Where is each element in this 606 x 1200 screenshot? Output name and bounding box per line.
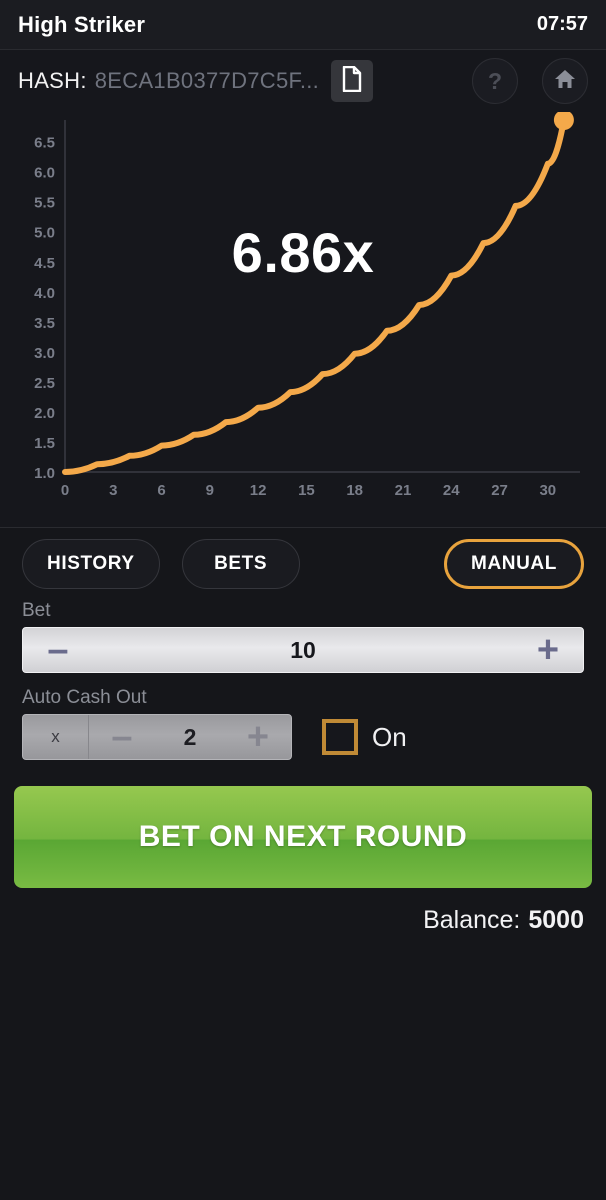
auto-cashout-prefix: x (23, 715, 89, 759)
svg-text:30: 30 (539, 482, 556, 499)
document-icon (341, 65, 363, 97)
svg-text:2.5: 2.5 (34, 375, 55, 392)
svg-text:9: 9 (206, 482, 214, 499)
auto-cashout-increment-button[interactable]: + (225, 718, 291, 756)
tab-bar: HISTORY BETS MANUAL (0, 528, 606, 600)
svg-text:1.0: 1.0 (34, 465, 55, 482)
help-button[interactable]: ? (472, 58, 518, 104)
page-title: High Striker (18, 11, 146, 37)
question-mark-icon: ? (487, 67, 503, 94)
app-root: High Striker 07:57 HASH: 8ECA1B0377D7C5F… (0, 0, 606, 1200)
multiplier-chart: 1.0 1.5 2.0 2.5 3.0 3.5 4.0 4.5 5.0 5.5 6.0 6.5 036… (0, 112, 606, 528)
svg-text:6.5: 6.5 (34, 135, 55, 152)
svg-text:24: 24 (443, 482, 460, 499)
bet-section: Bet – 10 + (0, 600, 606, 673)
auto-cashout-section: Auto Cash Out x – 2 + On (0, 687, 606, 760)
svg-text:1.5: 1.5 (34, 435, 55, 452)
chart-svg: 1.01.52.02.53.03.54.04.55.05.56.06.5 036… (34, 112, 580, 499)
svg-text:6.0: 6.0 (34, 165, 55, 182)
hash-value[interactable]: 8ECA1B0377D7C5F... (95, 68, 319, 94)
auto-cashout-stepper[interactable]: x – 2 + (22, 714, 292, 760)
auto-cashout-decrement-button[interactable]: – (89, 718, 155, 756)
current-multiplier: 6.86x (231, 221, 375, 284)
auto-cashout-value[interactable]: 2 (155, 724, 225, 751)
bet-decrement-button[interactable]: – (23, 631, 93, 669)
clock: 07:57 (536, 13, 588, 35)
home-button[interactable] (542, 58, 588, 104)
bet-label: Bet (22, 600, 51, 621)
svg-text:6: 6 (157, 482, 165, 499)
svg-text:2.0: 2.0 (34, 405, 55, 422)
svg-text:0: 0 (61, 482, 69, 499)
svg-text:3: 3 (109, 482, 117, 499)
x-tick-labels: 0 3 6 9 12 15 18 21 24 27 30 (61, 482, 556, 499)
copy-hash-button[interactable] (331, 60, 374, 102)
auto-cashout-toggle[interactable]: On (322, 719, 407, 755)
svg-text:15: 15 (298, 482, 315, 499)
hash-bar: HASH: 8ECA1B0377D7C5F... ? (0, 50, 606, 112)
bet-value[interactable]: 10 (93, 637, 513, 664)
svg-text:21: 21 (395, 482, 412, 499)
home-icon (553, 67, 577, 96)
auto-cashout-row: x – 2 + On (0, 714, 606, 760)
y-tick-labels: 1.01.52.02.53.03.54.04.55.05.56.06.5 (34, 135, 55, 482)
hash-label: HASH: (18, 68, 87, 93)
svg-text:5.5: 5.5 (34, 195, 55, 212)
curve-endpoint-marker (553, 112, 574, 130)
auto-cashout-toggle-label: On (372, 721, 407, 752)
header-actions: ? (472, 58, 588, 104)
bet-stepper[interactable]: – 10 + (22, 627, 584, 673)
svg-text:18: 18 (346, 482, 363, 499)
balance-label: Balance: (423, 906, 521, 934)
svg-text:3.5: 3.5 (34, 315, 55, 332)
svg-text:27: 27 (491, 482, 508, 499)
svg-text:12: 12 (250, 482, 267, 499)
balance-amount: 5000 (528, 906, 584, 934)
auto-cashout-label: Auto Cash Out (22, 687, 147, 708)
title-bar: High Striker 07:57 (0, 0, 606, 50)
bet-on-next-round-button[interactable]: BET ON NEXT ROUND (14, 786, 592, 888)
svg-text:3.0: 3.0 (34, 345, 55, 362)
tab-history[interactable]: HISTORY (22, 539, 160, 589)
tab-bets[interactable]: BETS (181, 539, 300, 589)
svg-text:4.0: 4.0 (34, 285, 55, 302)
auto-cashout-checkbox[interactable] (322, 719, 358, 755)
balance-row: Balance: 5000 (0, 906, 606, 935)
tab-manual[interactable]: MANUAL (444, 539, 584, 589)
bet-increment-button[interactable]: + (513, 631, 583, 669)
multiplier-curve (62, 117, 567, 475)
